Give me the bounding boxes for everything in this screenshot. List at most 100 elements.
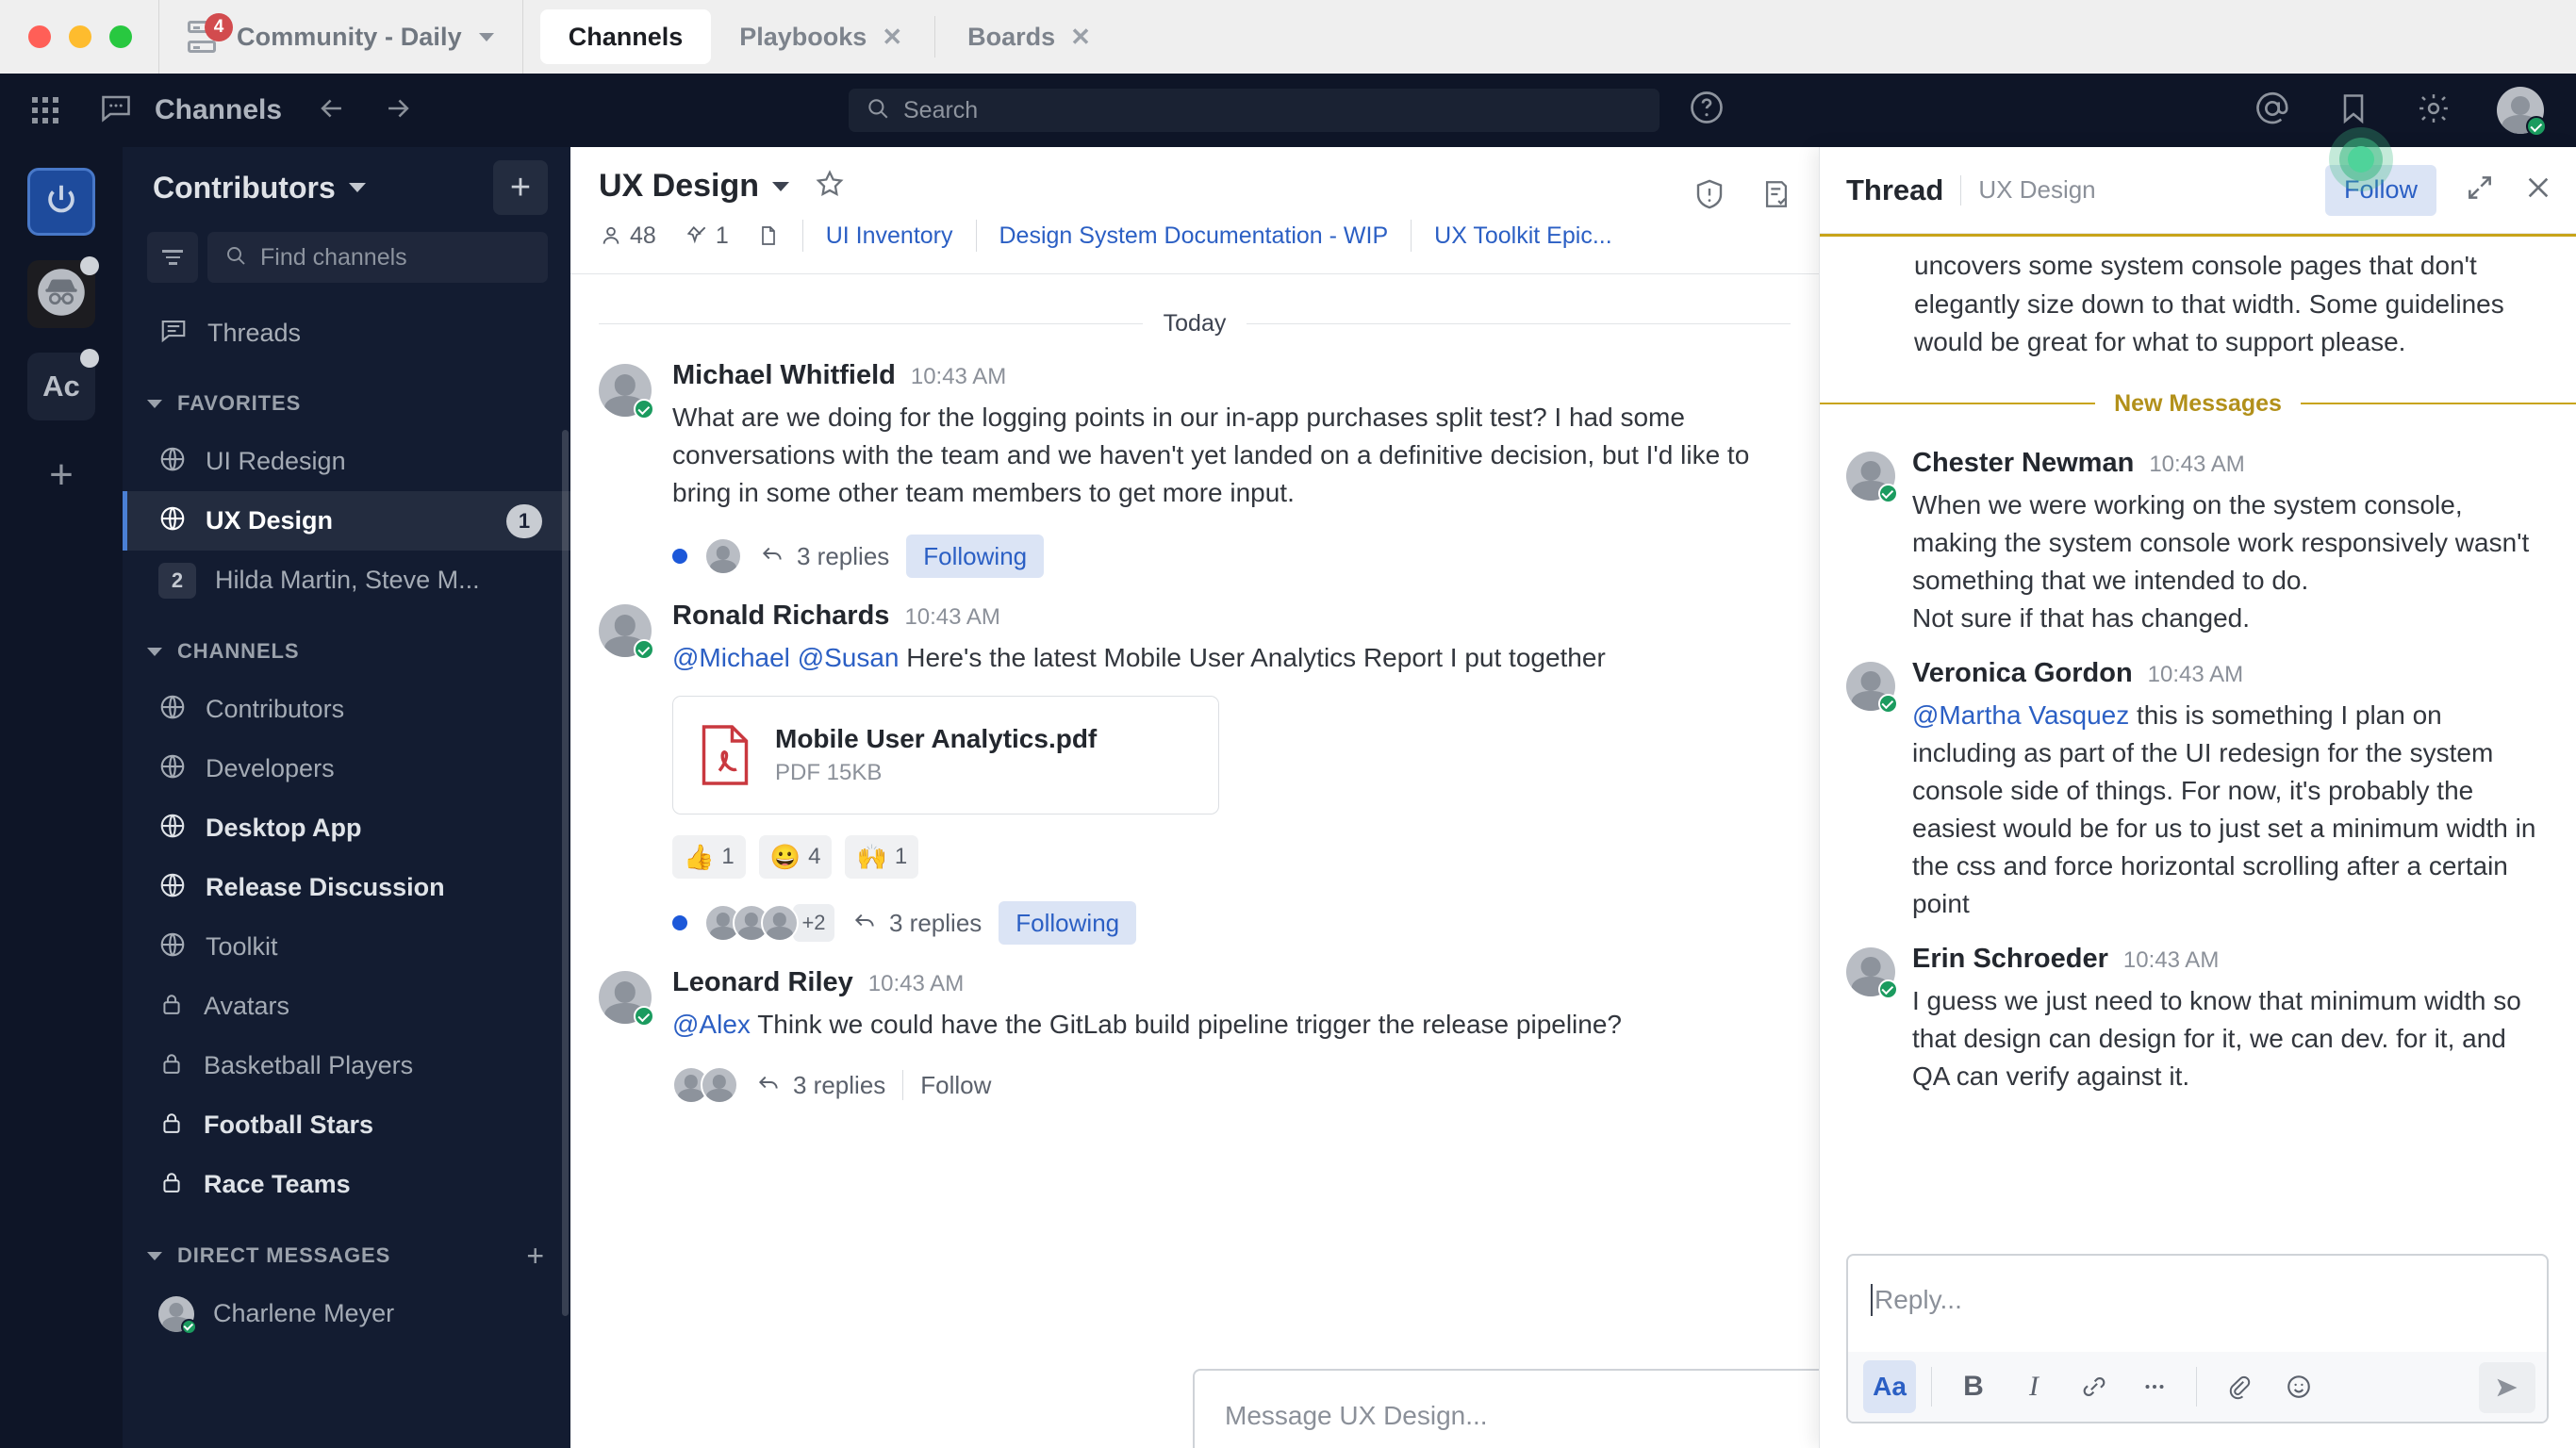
sidebar-category-header[interactable]: FAVORITES <box>123 375 570 432</box>
expand-icon[interactable] <box>2465 173 2495 207</box>
sidebar-scrollbar[interactable] <box>562 430 569 1316</box>
sidebar-item-release-discussion[interactable]: Release Discussion <box>123 858 570 917</box>
sidebar-item-desktop-app[interactable]: Desktop App <box>123 798 570 858</box>
filter-icon[interactable] <box>147 232 198 283</box>
reaction-chip[interactable]: 🙌 1 <box>845 835 919 880</box>
post-author[interactable]: Michael Whitfield <box>672 360 896 391</box>
thread-reply[interactable]: Chester Newman 10:43 AM When we were wor… <box>1820 427 2576 637</box>
channel-pinned-count[interactable]: 1 <box>685 222 729 250</box>
post-author[interactable]: Ronald Richards <box>672 601 889 632</box>
find-channels-input[interactable]: Find channels <box>207 232 548 283</box>
server-selector[interactable]: 4 Community - Daily <box>158 0 522 74</box>
reaction-chip[interactable]: 👍 1 <box>672 835 746 880</box>
formatting-toggle-button[interactable]: Aa <box>1863 1360 1916 1413</box>
thread-reply[interactable]: Erin Schroeder 10:43 AM I guess we just … <box>1820 923 2576 1095</box>
close-icon[interactable]: ✕ <box>1070 25 1091 49</box>
italic-button[interactable]: I <box>2007 1360 2060 1413</box>
search-container[interactable]: Search <box>849 89 1660 132</box>
channel-info-icon[interactable] <box>1693 177 1726 216</box>
attach-button[interactable] <box>2212 1360 2265 1413</box>
sidebar-header[interactable]: Contributors + <box>123 147 570 228</box>
mention-link[interactable]: @Alex <box>672 1010 751 1039</box>
close-icon[interactable] <box>2523 173 2553 207</box>
at-mention-icon[interactable] <box>2254 90 2291 132</box>
add-team-button[interactable]: + <box>49 454 74 496</box>
maximize-window-button[interactable] <box>109 25 132 48</box>
post-avatar[interactable] <box>1846 947 1898 1000</box>
tab-playbooks[interactable]: Playbooks ✕ <box>711 9 931 64</box>
post-avatar[interactable] <box>1846 661 1898 714</box>
mention-link[interactable]: @Martha Vasquez <box>1912 700 2129 730</box>
emoji-button[interactable] <box>2272 1360 2325 1413</box>
chevron-down-icon[interactable] <box>772 181 790 191</box>
file-icon[interactable] <box>757 222 780 249</box>
post-avatar[interactable] <box>599 604 654 661</box>
sidebar-category-header[interactable]: CHANNELS <box>123 623 570 680</box>
file-attachment[interactable]: Mobile User Analytics.pdf PDF 15KB <box>672 696 1219 815</box>
sidebar-item-threads[interactable]: Threads <box>123 304 570 362</box>
sidebar-item-toolkit[interactable]: Toolkit <box>123 917 570 977</box>
send-button[interactable] <box>2479 1362 2535 1413</box>
thread-reply[interactable]: Veronica Gordon 10:43 AM @Martha Vasquez… <box>1820 637 2576 923</box>
tab-channels[interactable]: Channels <box>539 9 712 64</box>
add-direct-message-button[interactable]: + <box>526 1241 544 1271</box>
channel-member-count[interactable]: 48 <box>599 222 656 250</box>
arrow-left-icon[interactable] <box>316 92 348 129</box>
more-formatting-button[interactable] <box>2128 1360 2181 1413</box>
team-button-ac[interactable]: Ac <box>27 349 99 420</box>
sidebar-item-ui-redesign[interactable]: UI Redesign <box>123 432 570 491</box>
sidebar-item-charlene-meyer[interactable]: Charlene Meyer <box>123 1284 570 1343</box>
follow-button[interactable]: Follow <box>920 1071 991 1100</box>
mention-link[interactable]: @Michael <box>672 643 790 672</box>
reply-count[interactable]: 3 replies <box>851 908 982 939</box>
grid-icon[interactable] <box>32 97 58 123</box>
thread-body[interactable]: uncovers some system console pages that … <box>1820 234 2576 1261</box>
tab-boards[interactable]: Boards ✕ <box>939 9 1119 64</box>
mention-link[interactable]: @Susan <box>798 643 900 672</box>
sidebar-item-hilda-martin-steve-m[interactable]: 2 Hilda Martin, Steve M... <box>123 551 570 610</box>
thread-participants[interactable] <box>672 1066 738 1105</box>
settings-gear-icon[interactable] <box>2416 90 2452 131</box>
post[interactable]: Leonard Riley 10:43 AM @Alex Think we co… <box>570 945 1819 1105</box>
minimize-window-button[interactable] <box>69 25 91 48</box>
sidebar-item-race-teams[interactable]: Race Teams <box>123 1155 570 1214</box>
pinned-posts-icon[interactable] <box>1760 177 1792 216</box>
following-button[interactable]: Following <box>906 535 1045 579</box>
close-icon[interactable]: ✕ <box>882 25 902 49</box>
sidebar-item-basketball-players[interactable]: Basketball Players <box>123 1036 570 1095</box>
sidebar-category-header[interactable]: DIRECT MESSAGES + <box>123 1227 570 1284</box>
sidebar-item-contributors[interactable]: Contributors <box>123 680 570 739</box>
post-author[interactable]: Veronica Gordon <box>1912 658 2133 689</box>
channel-title[interactable]: UX Design <box>599 168 759 205</box>
sidebar-item-football-stars[interactable]: Football Stars <box>123 1095 570 1155</box>
team-button-incognito[interactable] <box>27 256 99 328</box>
close-window-button[interactable] <box>28 25 51 48</box>
channel-header-link[interactable]: Design System Documentation - WIP <box>999 222 1389 250</box>
browse-or-create-channel-button[interactable]: + <box>493 160 548 215</box>
window-controls[interactable] <box>0 25 158 48</box>
post-avatar[interactable] <box>599 364 654 420</box>
post[interactable]: Ronald Richards 10:43 AM @Michael @Susan… <box>570 578 1819 946</box>
help-circle-icon[interactable] <box>1688 89 1726 131</box>
star-outline-icon[interactable] <box>814 168 846 205</box>
post-avatar[interactable] <box>1846 451 1898 503</box>
reply-count[interactable]: 3 replies <box>759 541 889 572</box>
user-avatar[interactable] <box>2497 87 2547 137</box>
team-button-mattermost[interactable] <box>27 168 95 236</box>
reply-count[interactable]: 3 replies <box>755 1070 885 1101</box>
reply-input-placeholder[interactable]: Reply... <box>1874 1285 1962 1315</box>
post-author[interactable]: Chester Newman <box>1912 448 2134 479</box>
arrow-right-icon[interactable] <box>382 92 414 129</box>
link-button[interactable] <box>2068 1360 2121 1413</box>
sidebar-item-developers[interactable]: Developers <box>123 739 570 798</box>
saved-posts-bookmark-icon[interactable] <box>2337 90 2370 132</box>
thread-reply-composer[interactable]: Reply... Aa B I <box>1846 1254 2549 1423</box>
post-author[interactable]: Leonard Riley <box>672 967 853 998</box>
message-list[interactable]: Today Michael Whitfield 10:43 AM What ar… <box>570 274 1819 1225</box>
reaction-chip[interactable]: 😀 4 <box>758 835 833 880</box>
thread-channel-name[interactable]: UX Design <box>1978 175 2095 205</box>
thread-participants[interactable]: +2 <box>704 904 834 943</box>
thread-participants[interactable] <box>704 537 742 576</box>
post-author[interactable]: Erin Schroeder <box>1912 944 2108 975</box>
bold-button[interactable]: B <box>1947 1360 2000 1413</box>
